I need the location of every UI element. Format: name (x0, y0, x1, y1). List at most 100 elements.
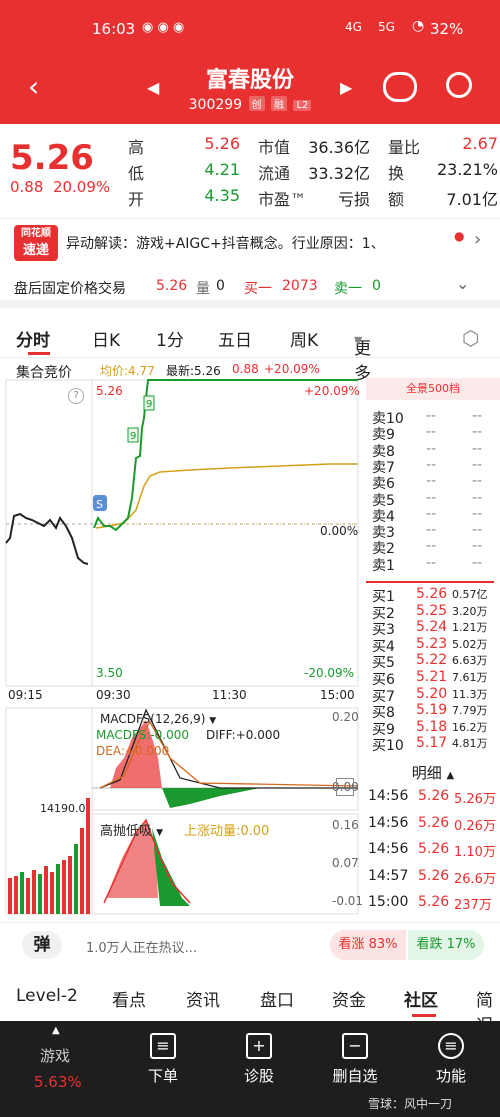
chat-robot-icon[interactable] (383, 72, 417, 102)
ask-price: -- (426, 440, 437, 457)
pe-label: 市盈™ (258, 190, 307, 209)
after-hours-sell: 0 (372, 278, 381, 294)
ask-row[interactable]: 卖7 -- -- (366, 456, 496, 476)
bid-row[interactable]: 买2 5.25 3.20万 (366, 603, 496, 622)
tab-highlights[interactable]: 看点 (112, 986, 146, 1011)
hot-discussion-text[interactable]: 1.0万人正在热议... (86, 937, 197, 956)
open-value: 4.35 (204, 186, 240, 205)
bid-row[interactable]: 买10 5.17 4.81万 (366, 735, 496, 754)
bid-price: 5.18 (416, 718, 448, 735)
settings-hex-icon[interactable]: ⬡ (462, 326, 479, 350)
after-hours-vol-label: 量 (196, 281, 210, 297)
ind2-axis-mid: 0.07 (332, 856, 359, 870)
bid-row[interactable]: 买7 5.20 11.3万 (366, 686, 496, 705)
search-icon[interactable] (446, 72, 472, 98)
chevron-down-icon[interactable]: ⌄ (456, 274, 469, 293)
ask-row[interactable]: 卖3 -- -- (366, 522, 496, 541)
help-icon[interactable]: ? (68, 388, 84, 404)
tab-weekly-k[interactable]: 周K (290, 326, 318, 351)
float-value: 33.32亿 (308, 164, 370, 183)
remove-watchlist-label: 删自选 (332, 1067, 378, 1085)
bid-row[interactable]: 买3 5.24 1.21万 (366, 619, 496, 638)
after-hours-price: 5.26 (156, 278, 188, 294)
order-button[interactable]: ≡ 下单 (128, 1027, 198, 1086)
intraday-chart-svg: S 9 9 (5, 379, 359, 915)
last-price: 5.26 (10, 138, 94, 178)
bid-row[interactable]: 买1 5.26 0.57亿 (366, 586, 496, 605)
tab-community[interactable]: 社区 (404, 986, 438, 1011)
news-text[interactable]: 异动解读：游戏+AIGC+抖音概念。行业原因：1、 (66, 233, 451, 253)
ind2-title[interactable]: 高抛低吸 ▼ (100, 820, 163, 839)
macd-green-hist (162, 788, 260, 808)
tab-funds[interactable]: 资金 (332, 986, 366, 1011)
ask-volume: -- (472, 538, 483, 555)
dea-value: DEA:+0.000 (96, 744, 170, 758)
diagnose-icon: + (246, 1033, 272, 1059)
chevron-right-icon[interactable]: › (474, 229, 481, 250)
after-hours-row[interactable]: 盘后固定价格交易 5.26 量 0 买一 2073 卖一 0 ⌄ (0, 268, 500, 308)
functions-button[interactable]: ≡ 功能 (416, 1027, 486, 1086)
ask-row[interactable]: 卖2 -- -- (366, 538, 496, 557)
volratio-value: 2.67 (462, 134, 498, 153)
ask-row[interactable]: 卖9 -- -- (366, 424, 496, 443)
ask-row[interactable]: 卖4 -- -- (366, 506, 496, 525)
tab-level2[interactable]: Level-2 (16, 986, 78, 1006)
bid-row[interactable]: 买4 5.23 5.02万 (366, 636, 496, 655)
footer-tabs: Level-2 看点 资讯 盘口 资金 社区 简况 (0, 970, 500, 1036)
danmaku-button[interactable]: 弹 (22, 931, 62, 959)
tab-orderbook[interactable]: 盘口 (260, 986, 294, 1011)
news-ticker[interactable]: 同花顺 速递 异动解读：游戏+AIGC+抖音概念。行业原因：1、 ● › (0, 218, 500, 268)
macd-value: MACDFS:-0.000 (96, 728, 190, 742)
y-top-price: 5.26 (96, 384, 123, 398)
detail-volume: 237万 (454, 898, 492, 913)
order-book-title[interactable]: 全景500档 (366, 378, 500, 400)
book-divider (366, 581, 494, 583)
detail-header[interactable]: 明细 ▲ (366, 762, 500, 786)
next-stock-icon[interactable]: ▶ (340, 78, 352, 97)
detail-title: 明细 (411, 764, 442, 782)
detail-price: 5.26 (418, 814, 450, 831)
diagnose-button[interactable]: + 诊股 (224, 1027, 294, 1086)
ask-row[interactable]: 卖8 -- -- (366, 440, 496, 460)
ask-row[interactable]: 卖10 -- -- (366, 408, 496, 427)
battery-level: 32% (430, 20, 464, 38)
detail-price: 5.26 (418, 841, 450, 857)
bid-price: 5.21 (416, 669, 448, 685)
bull-vote-button[interactable]: 看涨 83% (330, 930, 406, 960)
sector-name[interactable]: 游戏 (40, 1045, 70, 1066)
price-line (93, 379, 358, 532)
macd-title[interactable]: MACDFS(12,26,9) ▼ (100, 712, 216, 726)
detail-volume: 5.26万 (454, 792, 496, 807)
signal-5g: 5G (378, 20, 395, 34)
bid-row[interactable]: 买8 5.19 7.79万 (366, 702, 496, 721)
mktcap-label: 市值 (258, 138, 291, 157)
price-panel-frame (5, 379, 359, 687)
tab-1min[interactable]: 1分 (156, 326, 184, 351)
ask-row[interactable]: 卖5 -- -- (366, 490, 496, 509)
tab-news[interactable]: 资讯 (186, 986, 220, 1011)
bear-vote-button[interactable]: 看跌 17% (408, 930, 484, 960)
intraday-chart[interactable]: S 9 9 集合竞价 均价:4.77 最新:5.26 0.88 +20.09% … (0, 358, 366, 918)
ask-volume: -- (472, 424, 483, 441)
high-value: 5.26 (204, 134, 240, 153)
amount-value: 7.01亿 (446, 190, 498, 209)
expand-icon[interactable] (336, 778, 354, 796)
bid-row[interactable]: 买6 5.21 7.61万 (366, 669, 496, 688)
bid-row[interactable]: 买9 5.18 16.2万 (366, 718, 496, 738)
ask-row[interactable]: 卖6 -- -- (366, 473, 496, 492)
footer-active-underline (412, 1014, 436, 1017)
tab-daily-k[interactable]: 日K (92, 326, 120, 351)
remove-watchlist-button[interactable]: − 删自选 (320, 1027, 390, 1086)
ask-volume: -- (472, 456, 483, 473)
bid-row[interactable]: 买5 5.22 6.63万 (366, 652, 496, 671)
avg-price-label: 均价:4.77 (100, 364, 155, 378)
bear-pct: 17% (446, 937, 476, 952)
auction-volume-bars (8, 798, 90, 914)
volume-max-label: 14190.0 (40, 802, 86, 815)
after-hours-buy-label: 买一 (244, 281, 272, 297)
ask-row[interactable]: 卖1 -- -- (366, 555, 496, 574)
detail-time: 14:56 (368, 788, 409, 804)
tab-five-day[interactable]: 五日 (218, 326, 252, 351)
tag-chuang: 创 (248, 96, 265, 111)
tab-intraday[interactable]: 分时 (16, 326, 50, 351)
